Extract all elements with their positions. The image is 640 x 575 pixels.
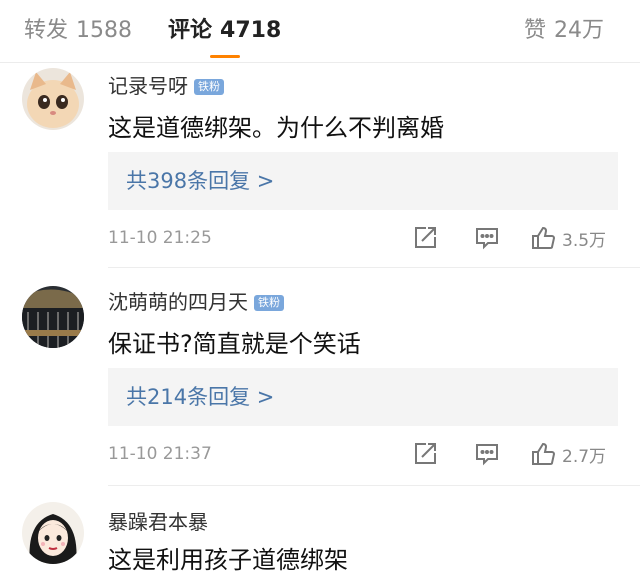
tab-likes-count: 24万	[554, 18, 605, 43]
comment-time: 11-10 21:37	[108, 444, 212, 464]
tab-reposts-count: 1588	[76, 18, 133, 43]
username[interactable]: 沈萌萌的四月天 铁粉	[108, 286, 284, 315]
share-icon[interactable]	[412, 440, 438, 468]
like-button[interactable]: 2.7万	[530, 440, 606, 468]
tab-reposts-label: 转发	[24, 18, 69, 43]
thumbs-up-icon	[532, 226, 556, 249]
comment-actions: 2.7万	[412, 440, 622, 468]
tab-comments[interactable]: 评论 4718	[168, 12, 281, 44]
username-text: 暴躁君本暴	[108, 510, 208, 534]
avatar[interactable]	[22, 68, 84, 130]
comment-icon[interactable]	[474, 440, 500, 468]
replies-link[interactable]: 共214条回复 >	[108, 368, 618, 426]
comment-text: 这是利用孩子道德绑架	[108, 546, 348, 574]
avatar[interactable]	[22, 286, 84, 348]
comment-item: 沈萌萌的四月天 铁粉 保证书?简直就是个笑话 共214条回复 > 11-10 21…	[0, 278, 640, 486]
username-text: 沈萌萌的四月天	[108, 290, 248, 314]
fan-badge: 铁粉	[254, 295, 284, 311]
like-count: 3.5万	[562, 230, 607, 251]
username[interactable]: 记录号呀 铁粉	[108, 70, 224, 99]
comment-text: 保证书?简直就是个笑话	[108, 330, 361, 358]
tab-comments-count: 4718	[220, 18, 282, 43]
comment-icon[interactable]	[474, 224, 500, 252]
username-text: 记录号呀	[108, 74, 188, 98]
username[interactable]: 暴躁君本暴	[108, 506, 208, 535]
tab-reposts[interactable]: 转发 1588	[24, 12, 132, 44]
comment-item: 记录号呀 铁粉 这是道德绑架。为什么不判离婚 共398条回复 > 11-10 21…	[0, 62, 640, 268]
divider	[108, 485, 640, 486]
like-button[interactable]: 3.5万	[530, 224, 606, 252]
comment-time: 11-10 21:25	[108, 228, 212, 248]
like-count: 2.7万	[562, 446, 607, 467]
thumbs-up-icon	[532, 442, 556, 465]
avatar[interactable]	[22, 502, 84, 564]
tab-likes[interactable]: 赞 24万	[524, 12, 604, 44]
comment-item: 暴躁君本暴 这是利用孩子道德绑架	[0, 496, 640, 574]
share-icon[interactable]	[412, 224, 438, 252]
tab-comments-label: 评论	[168, 18, 213, 43]
comment-text: 这是道德绑架。为什么不判离婚	[108, 114, 444, 142]
tab-likes-label: 赞	[524, 18, 547, 43]
comment-actions: 3.5万	[412, 224, 622, 252]
fan-badge: 铁粉	[194, 79, 224, 95]
divider	[108, 267, 640, 268]
tab-bar: 转发 1588 评论 4718 赞 24万	[0, 0, 640, 63]
replies-link[interactable]: 共398条回复 >	[108, 152, 618, 210]
